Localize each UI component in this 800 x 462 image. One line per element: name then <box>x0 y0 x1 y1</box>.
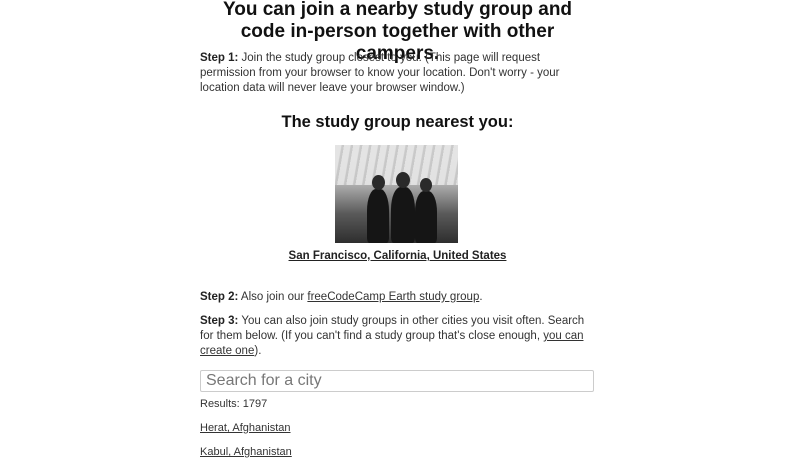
step-3-text: Step 3: You can also join study groups i… <box>200 314 594 359</box>
photo-head-2 <box>396 172 410 188</box>
result-item-kabul[interactable]: Kabul, Afghanistan <box>200 446 292 458</box>
study-group-photo <box>335 145 458 243</box>
photo-person-2 <box>391 187 415 243</box>
step-2-label: Step 2: <box>200 291 239 303</box>
nearest-group-heading: The study group nearest you: <box>281 113 514 131</box>
photo-person-3 <box>415 191 437 243</box>
step-1-label: Step 1: <box>200 52 239 64</box>
photo-head-1 <box>372 175 385 190</box>
results-count: Results: 1797 <box>200 398 268 410</box>
photo-person-1 <box>367 189 389 243</box>
earth-study-group-link[interactable]: freeCodeCamp Earth study group <box>307 291 479 303</box>
step-2-text: Step 2: Also join our freeCodeCamp Earth… <box>200 290 594 305</box>
result-item-herat[interactable]: Herat, Afghanistan <box>200 422 291 434</box>
step-1-body: Join the study group closest to you. (Th… <box>200 52 560 94</box>
step-3-body-after: ). <box>254 345 262 357</box>
step-1-text: Step 1: Join the study group closest to … <box>200 51 590 96</box>
photo-head-3 <box>420 178 432 192</box>
step-3-body-before: You can also join study groups in other … <box>200 315 585 342</box>
step-2-body-after: . <box>479 291 483 303</box>
step-2-body-before: Also join our <box>238 291 308 303</box>
step-3-label: Step 3: <box>200 315 239 327</box>
city-search-input[interactable] <box>200 370 594 392</box>
nearest-city-link[interactable]: San Francisco, California, United States <box>200 250 595 262</box>
